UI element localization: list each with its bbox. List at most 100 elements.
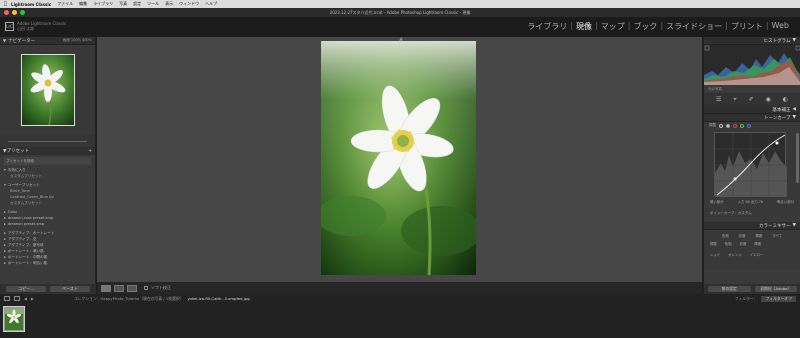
preset-list: ▾ お気に入り カスタムプリセット ▾ ユーザープリセット Black_Tone C… (0, 167, 95, 266)
collapse-triangle-icon[interactable]: ▼ (793, 115, 796, 120)
softproof-checkbox[interactable] (144, 286, 148, 290)
curve-input-value: 64 (745, 200, 750, 204)
triangle-right-icon: ▸ (4, 231, 6, 235)
mixer-hue-label[interactable]: 色相 (725, 241, 732, 246)
develop-toolbar: ソフト校正 (97, 282, 702, 294)
zoom-window-icon[interactable] (20, 10, 25, 15)
menu-bar:  Lightroom Classic ファイル 編集 ライブラリ 写真 設定 … (0, 0, 800, 294)
menu-item-edit[interactable]: 編集 (79, 1, 87, 7)
menu-item-window[interactable]: ウィンドウ (179, 1, 199, 7)
filmstrip-thumbnail[interactable] (3, 306, 25, 332)
menu-item-tools[interactable]: ツール (147, 1, 159, 7)
identity-bar: LrC Adobe Lightroom Classic 山田 太郎 ライブラリ |… (0, 17, 800, 37)
collapse-triangle-icon[interactable]: ▼ (793, 38, 796, 43)
module-book[interactable]: ブック (630, 21, 660, 32)
apple-icon[interactable]:  (4, 1, 7, 7)
copy-button[interactable]: コピー... (6, 286, 46, 292)
module-map[interactable]: マップ (598, 21, 628, 32)
curve-readout: 暗い部分 入力 64 出力 76 明るい部分 (710, 199, 794, 204)
curve-region-shadows: 暗い部分 (710, 200, 724, 204)
right-panel-scrollbar[interactable] (796, 133, 799, 183)
triangle-right-icon: ▸ (4, 249, 6, 253)
histogram-title: ヒストグラム (763, 38, 791, 44)
healing-brush-icon[interactable]: ✐ (749, 96, 754, 103)
secondary-display-icon[interactable] (4, 296, 10, 301)
paste-button[interactable]: ペースト (50, 286, 90, 292)
mixer-tab-saturation[interactable]: 彩度 (739, 233, 746, 238)
filmstrip (0, 303, 800, 338)
grid-view-icon[interactable] (14, 296, 20, 301)
previous-settings-button[interactable]: 前の設定 (708, 286, 751, 292)
preset-group[interactable]: ▸ ポートレート：明るい肌 (4, 260, 91, 266)
histogram[interactable] (704, 45, 800, 85)
mixer-yellow-label: イエロー (749, 253, 764, 257)
mixer-tab-all[interactable]: すべて (772, 233, 782, 238)
histogram-header[interactable]: ヒストグラム ▼ (704, 37, 800, 45)
before-after-mode-button[interactable] (127, 284, 137, 292)
minimize-window-icon[interactable] (12, 10, 17, 15)
navigator-thumbnail[interactable] (20, 54, 75, 126)
module-slideshow[interactable]: スライドショー (663, 21, 725, 32)
mixer-luminance-label[interactable]: 輝度 (754, 241, 761, 246)
tone-curve-header[interactable]: トーンカーブ ▼ (704, 114, 800, 122)
mixer-saturation-label[interactable]: 彩度 (740, 241, 747, 246)
basic-panel-header[interactable]: 基本補正 ◀ (704, 106, 800, 114)
loupe-view-button[interactable] (101, 284, 111, 292)
menu-item-photo[interactable]: 写真 (119, 1, 127, 7)
point-curve-rgb-icon[interactable] (726, 123, 730, 128)
develop-tool-strip: ☰ ⌖ ✐ ◉ ◐ (704, 93, 800, 106)
forward-arrow-icon[interactable]: ▶ (31, 296, 34, 301)
mixer-tab-luminance[interactable]: 輝度 (755, 233, 762, 238)
curve-output-label: 出力 (750, 200, 758, 204)
add-preset-icon[interactable]: + (88, 149, 92, 154)
menu-item-view[interactable]: 表示 (165, 1, 173, 7)
filmstrip-file-name: yokei.iza-fi0.Caltk...ll.xmpfed.jpg (187, 296, 250, 301)
red-eye-icon[interactable]: ◉ (766, 96, 771, 103)
red-channel-icon[interactable] (733, 123, 737, 128)
mixer-tab-hue[interactable]: 色相 (722, 233, 729, 238)
menu-item-help[interactable]: ヘルプ (205, 1, 217, 7)
app-menu[interactable]: Lightroom Classic (11, 2, 51, 7)
collapse-triangle-icon[interactable]: ▼ (793, 223, 796, 228)
point-curve-select[interactable]: ポイントカーブ：カスタム (710, 211, 752, 216)
menu-item-file[interactable]: ファイル (57, 1, 73, 7)
masking-icon[interactable]: ◐ (783, 96, 788, 103)
blue-channel-icon[interactable] (747, 123, 751, 128)
navigator-preview[interactable] (0, 45, 95, 135)
parametric-curve-icon[interactable] (719, 123, 723, 128)
close-window-icon[interactable] (4, 10, 9, 15)
module-web[interactable]: Web (769, 21, 792, 32)
photo-canvas[interactable]: ▲ (97, 37, 702, 282)
preset-search-input[interactable]: プリセットを検索 (4, 157, 91, 165)
reset-button[interactable]: 初期化（Adobe） (754, 286, 797, 292)
before-after-button[interactable] (114, 284, 124, 292)
filmstrip-source-path[interactable]: コレクション：HappyPhoto_Tutorial（現在の写真 / 1枚選択） (74, 296, 184, 302)
edit-sliders-icon[interactable]: ☰ (716, 96, 721, 103)
navigator-zoom-options[interactable]: 画面 100% 400% (63, 38, 92, 43)
left-panel-buttons: コピー... ペースト (0, 284, 96, 294)
tone-curve-graph[interactable] (714, 132, 787, 197)
navigator-header[interactable]: ▼ ナビゲーター 画面 100% 400% (0, 37, 95, 45)
green-channel-icon[interactable] (740, 123, 744, 128)
main-photo[interactable] (321, 41, 476, 275)
collapse-triangle-icon[interactable]: ▼ (3, 38, 6, 43)
module-print[interactable]: プリント (728, 21, 766, 32)
tone-curve-channel-selector: 調整 (704, 122, 800, 129)
left-panel: ▼ ナビゲーター 画面 100% 400% ▼ プリセット + プリセットを検索… (0, 37, 96, 294)
module-library[interactable]: ライブラリ (524, 21, 570, 32)
back-arrow-icon[interactable]: ◀ (24, 296, 27, 301)
presets-header[interactable]: ▼ プリセット + (0, 147, 95, 155)
menu-item-library[interactable]: ライブラリ (93, 1, 113, 7)
triangle-down-icon: ▾ (4, 168, 6, 172)
module-develop[interactable]: 現像 (573, 21, 595, 32)
curve-input-label: 入力 (737, 200, 745, 204)
color-mixer-header[interactable]: カラーミキサー ▼ (704, 222, 800, 230)
crop-icon[interactable]: ⌖ (733, 96, 736, 104)
collapse-triangle-icon[interactable]: ◀ (793, 107, 796, 112)
triangle-right-icon: ▸ (4, 237, 6, 241)
filter-dropdown[interactable]: フィルターオフ (761, 295, 796, 302)
softproof-label: ソフト校正 (151, 285, 171, 290)
tone-curve-title: トーンカーブ (764, 115, 791, 121)
triangle-right-icon: ▸ (4, 210, 6, 214)
menu-item-settings[interactable]: 設定 (133, 1, 141, 7)
